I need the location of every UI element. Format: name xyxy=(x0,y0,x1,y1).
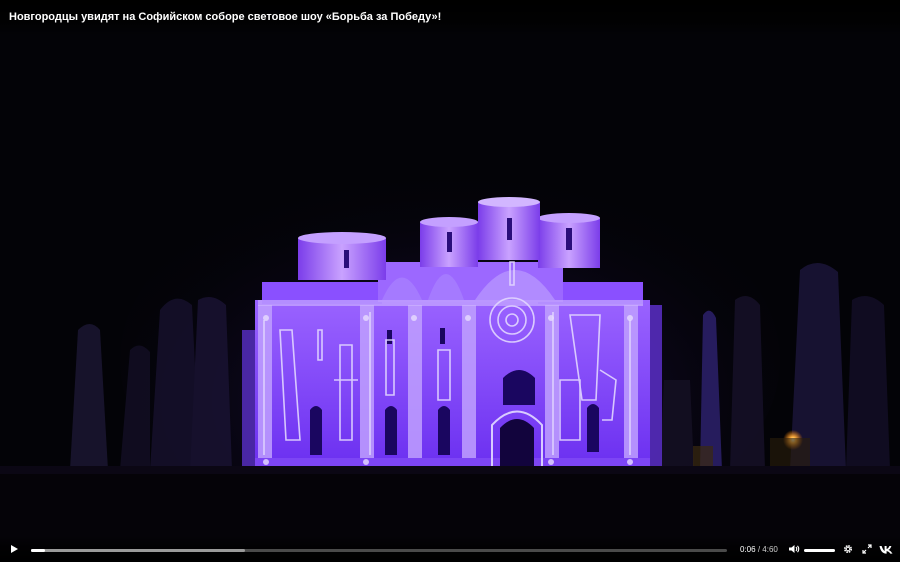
video-title[interactable]: Новгородцы увидят на Софийском соборе св… xyxy=(9,11,441,23)
video-frame[interactable] xyxy=(0,0,900,562)
video-player[interactable]: Новгородцы увидят на Софийском соборе св… xyxy=(0,0,900,562)
progress-played xyxy=(31,549,45,552)
time-separator: / xyxy=(757,545,761,554)
title-bar: Новгородцы увидят на Софийском соборе св… xyxy=(0,0,900,36)
cathedral xyxy=(242,197,662,472)
gear-icon[interactable] xyxy=(843,544,853,554)
volume-icon[interactable] xyxy=(788,544,800,554)
time-display: 0:06 / 4:60 xyxy=(740,545,778,554)
fullscreen-icon[interactable] xyxy=(862,544,872,554)
duration: 4:60 xyxy=(762,545,778,554)
play-icon[interactable] xyxy=(9,544,19,554)
control-bar: 0:06 / 4:60 xyxy=(0,536,900,562)
progress-buffered xyxy=(31,549,245,552)
progress-bar[interactable] xyxy=(31,549,727,552)
current-time: 0:06 xyxy=(740,545,756,554)
volume-slider[interactable] xyxy=(804,549,835,552)
vk-logo-icon[interactable] xyxy=(879,545,893,554)
